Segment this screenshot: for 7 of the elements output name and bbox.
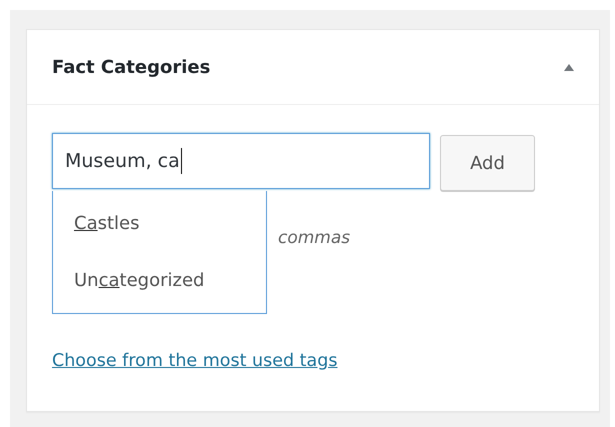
tag-input-field[interactable]: Museum, ca [52,133,430,189]
hint-text: commas [278,228,350,248]
suggestion-item[interactable]: Uncategorized [53,252,266,309]
suggestion-item[interactable]: Castles [53,195,266,252]
most-used-tags-link[interactable]: Choose from the most used tags [52,351,338,371]
panel-title: Fact Categories [52,56,210,78]
add-button[interactable]: Add [440,135,535,191]
